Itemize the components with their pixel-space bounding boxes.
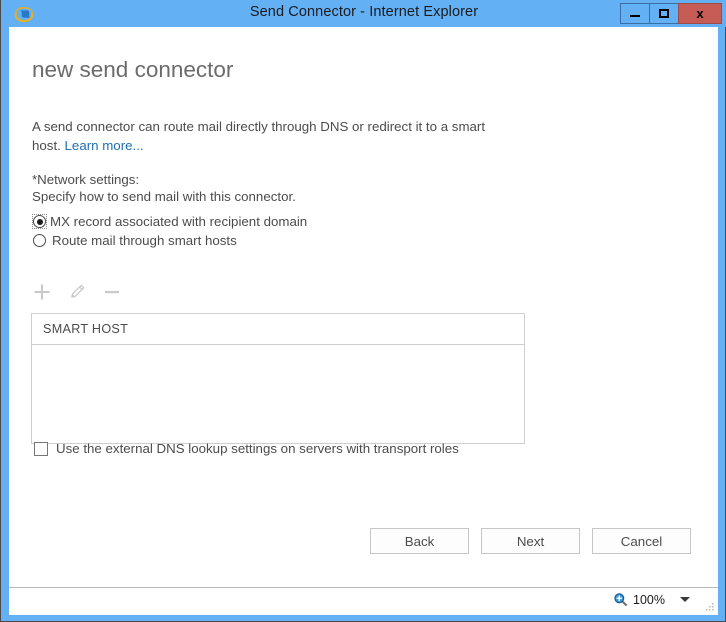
next-button[interactable]: Next [481, 528, 580, 554]
maximize-icon [659, 9, 669, 18]
browser-window: Send Connector - Internet Explorer x new… [0, 0, 726, 622]
wizard-button-row: Back Next Cancel [9, 528, 718, 554]
checkbox-external-dns[interactable]: Use the external DNS lookup settings on … [34, 441, 459, 456]
smart-host-list[interactable]: SMART HOST [31, 313, 525, 444]
radio-label-mx-record: MX record associated with recipient doma… [50, 214, 308, 229]
page-client-area: new send connector A send connector can … [9, 27, 718, 587]
column-header-smart-host: SMART HOST [43, 322, 129, 336]
radio-option-smart-hosts[interactable]: Route mail through smart hosts [32, 233, 237, 248]
radio-option-mx-record[interactable]: MX record associated with recipient doma… [32, 214, 307, 229]
radio-icon-selected [33, 215, 46, 228]
remove-icon[interactable] [103, 283, 121, 301]
status-bar: 100% [9, 587, 718, 615]
minimize-icon [630, 15, 640, 17]
add-icon[interactable] [33, 283, 51, 301]
magnifier-icon [613, 592, 628, 607]
radio-icon-unselected [33, 234, 46, 247]
zoom-control[interactable]: 100% [613, 592, 690, 607]
cancel-button[interactable]: Cancel [592, 528, 691, 554]
smart-host-list-body[interactable] [32, 345, 524, 443]
network-settings-label: *Network settings: [32, 172, 140, 187]
maximize-button[interactable] [649, 3, 678, 24]
radio-focus-ring [32, 214, 47, 229]
page-title: new send connector [32, 57, 234, 82]
resize-grip-icon[interactable] [703, 600, 715, 612]
caption-button-group: x [620, 3, 722, 24]
learn-more-link[interactable]: Learn more... [65, 138, 144, 153]
window-title: Send Connector - Internet Explorer [249, 4, 479, 20]
title-bar[interactable]: Send Connector - Internet Explorer x [1, 0, 726, 27]
back-button[interactable]: Back [370, 528, 469, 554]
zoom-level-label: 100% [633, 592, 665, 607]
radio-label-smart-hosts: Route mail through smart hosts [52, 233, 237, 248]
radio-focus-ring-inactive [32, 233, 47, 248]
checkbox-icon-unchecked [34, 441, 48, 456]
minimize-button[interactable] [620, 3, 649, 24]
page-description: A send connector can route mail directly… [32, 117, 510, 155]
smart-host-list-header: SMART HOST [32, 314, 524, 345]
checkbox-label-external-dns: Use the external DNS lookup settings on … [56, 441, 459, 456]
edit-pencil-icon[interactable] [68, 283, 86, 301]
close-button[interactable]: x [678, 3, 722, 24]
smart-host-toolbar [33, 283, 121, 301]
network-settings-sublabel: Specify how to send mail with this conne… [32, 189, 296, 204]
chevron-down-icon[interactable] [680, 597, 690, 602]
